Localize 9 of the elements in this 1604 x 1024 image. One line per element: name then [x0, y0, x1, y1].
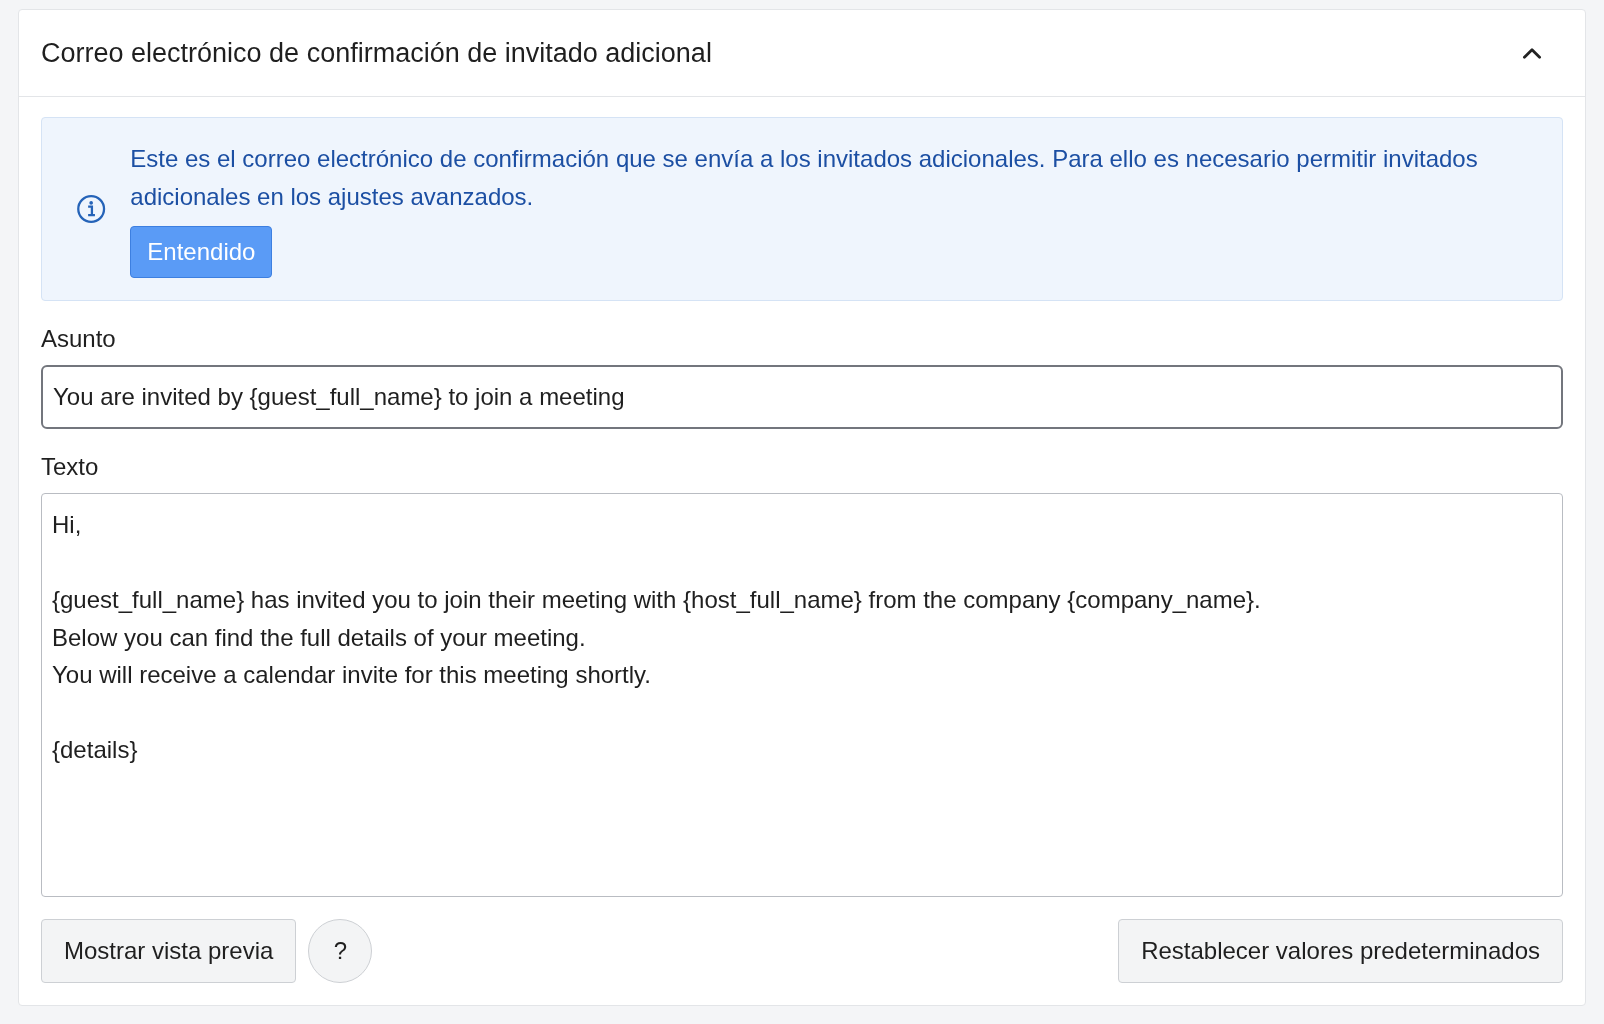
subject-label: Asunto: [41, 325, 117, 353]
body-label: Texto: [41, 453, 100, 481]
subject-input[interactable]: You are invited by {guest_full_name} to join a meeting: [41, 365, 1563, 429]
info-message: Este es el correo electrónico de confirmación que se envía a los invitados adicionales. Para ello es necesario permitir invitados adicionales en los ajustes avanzados.: [130, 144, 1479, 212]
help-button[interactable]: ?: [308, 919, 373, 983]
preview-button[interactable]: Mostrar vista previa: [41, 919, 297, 983]
reset-button[interactable]: Restablecer valores predeterminados: [1118, 919, 1563, 983]
body-textarea[interactable]: Hi, {guest_full_name} has invited you to join their meeting with {host_full_name} from the company {company_name}. Below you can find the full details of your meeting. You will receive a calendar invite for this meeting shortly. {details}: [41, 493, 1563, 897]
panel-title: Correo electrónico de confirmación de invitado adicional: [41, 37, 712, 69]
